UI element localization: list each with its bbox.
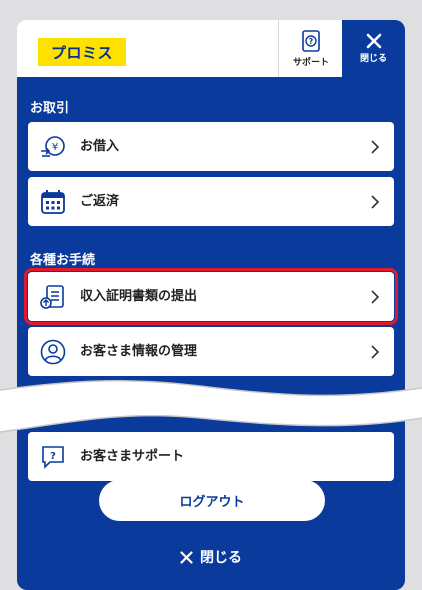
close-icon — [366, 33, 381, 49]
menu-item-label: お借入 — [80, 139, 120, 154]
close-button[interactable]: 閉じる — [342, 20, 405, 77]
menu-item-customer-info[interactable]: お客さま情報の管理 — [28, 327, 394, 376]
support-label: サポート — [292, 57, 329, 68]
svg-text:?: ? — [309, 37, 314, 46]
menu-item-borrow[interactable]: ¥ お借入 — [28, 122, 394, 171]
user-profile-icon — [40, 339, 66, 365]
support-icon: ? — [302, 29, 320, 52]
help-chat-icon: ? — [42, 446, 64, 469]
logout-button[interactable]: ログアウト — [99, 480, 325, 521]
yen-transfer-icon: ¥ — [41, 136, 65, 157]
svg-text:¥: ¥ — [52, 142, 58, 153]
bottom-close-button[interactable]: 閉じる — [0, 543, 422, 571]
promise-logo[interactable]: プロミス — [38, 38, 126, 66]
close-label: 閉じる — [359, 54, 387, 64]
header: プロミス ? サポート 閉じる — [17, 20, 405, 77]
menu-item-label: 収入証明書類の提出 — [80, 289, 198, 304]
document-upload-icon — [40, 285, 64, 309]
chevron-right-icon — [371, 195, 380, 209]
section-title-procedures: 各種お手続 — [30, 253, 96, 268]
menu-item-income-certificate[interactable]: 収入証明書類の提出 — [24, 268, 398, 325]
menu-item-label: ご返済 — [80, 194, 120, 209]
chevron-right-icon — [371, 290, 380, 304]
chevron-right-icon — [371, 345, 380, 359]
chevron-right-icon — [371, 140, 380, 154]
torn-page-divider — [0, 380, 422, 433]
calendar-icon — [41, 190, 65, 214]
svg-text:?: ? — [50, 451, 56, 462]
section-title-transactions: お取引 — [30, 101, 70, 116]
menu-item-label: お客さま情報の管理 — [80, 344, 198, 359]
support-button[interactable]: ? サポート — [278, 20, 343, 77]
close-icon — [180, 550, 193, 564]
menu-item-repay[interactable]: ご返済 — [28, 177, 394, 226]
bottom-close-label: 閉じる — [200, 550, 242, 566]
